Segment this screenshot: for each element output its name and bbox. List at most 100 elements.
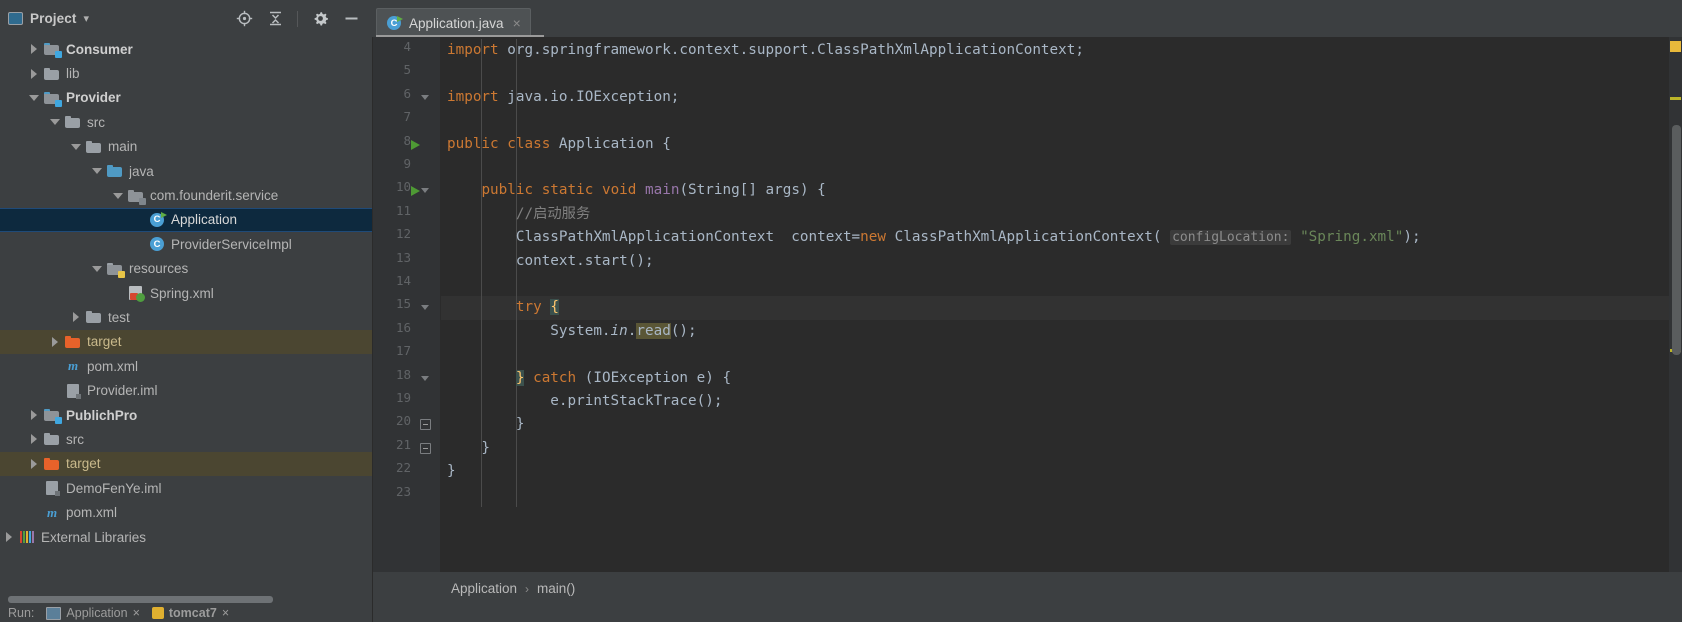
code-line-12[interactable]: ClassPathXmlApplicationContext context=n…: [447, 226, 1421, 249]
tree-item-test[interactable]: test: [0, 305, 372, 329]
run-tab-application[interactable]: Application ×: [46, 606, 140, 620]
code-fold-icon[interactable]: [420, 373, 431, 384]
code-fold-icon[interactable]: [420, 302, 431, 313]
code-fold-icon[interactable]: [420, 185, 431, 196]
tree-item-pom-xml[interactable]: m pom.xml: [0, 354, 372, 378]
code-token: }: [447, 439, 491, 456]
expand-arrow-icon[interactable]: [29, 458, 41, 470]
warning-marker[interactable]: [1670, 97, 1681, 100]
tree-item-label: target: [87, 334, 122, 350]
collapse-arrow-icon[interactable]: [29, 92, 41, 104]
code-line-21[interactable]: }: [447, 437, 490, 460]
breadcrumb-item-method[interactable]: main(): [537, 581, 575, 596]
code-fold-icon[interactable]: [420, 442, 431, 454]
code-line-6[interactable]: import java.io.IOException;: [447, 86, 679, 109]
code-line-4[interactable]: import org.springframework.context.suppo…: [447, 39, 1084, 62]
tree-item-external-libraries[interactable]: External Libraries: [0, 525, 372, 549]
editor-tab-application-java[interactable]: C Application.java ×: [376, 8, 531, 37]
scrollbar-thumb[interactable]: [8, 596, 273, 603]
tree-item-pom-xml[interactable]: m pom.xml: [0, 500, 372, 524]
code-fold-icon[interactable]: [420, 92, 431, 103]
sidebar-horizontal-scrollbar[interactable]: [0, 595, 372, 604]
tree-item-provider-iml[interactable]: Provider.iml: [0, 378, 372, 402]
project-window-icon: [8, 12, 23, 25]
expand-arrow-icon[interactable]: [71, 311, 83, 323]
code-line-22[interactable]: }: [447, 460, 456, 483]
code-token: (String[] args) {: [679, 182, 826, 199]
line-number: 22: [395, 460, 411, 476]
run-gutter-icon[interactable]: [411, 139, 420, 150]
breadcrumb-item-class[interactable]: Application: [451, 581, 517, 596]
folder-icon: [65, 114, 82, 130]
code-token: //启动服务: [447, 205, 591, 222]
expand-arrow-icon[interactable]: [29, 68, 41, 80]
code-line-8[interactable]: public class Application {: [447, 133, 671, 156]
module-folder-icon: [44, 407, 62, 425]
code-fold-icon[interactable]: [420, 419, 431, 431]
maven-pom-icon: m: [46, 504, 58, 520]
collapse-arrow-icon[interactable]: [92, 165, 104, 177]
tree-item-consumer[interactable]: Consumer: [0, 37, 372, 61]
console-icon: [46, 606, 62, 620]
project-toolwindow-title[interactable]: Project ▾: [8, 11, 89, 26]
code-line-19[interactable]: e.printStackTrace();: [447, 390, 722, 413]
expand-arrow-icon[interactable]: [29, 43, 41, 55]
tree-item-application[interactable]: C Application: [0, 207, 372, 233]
gear-icon[interactable]: [311, 10, 329, 28]
expand-arrow-icon[interactable]: [29, 433, 41, 445]
tree-item-target[interactable]: target: [0, 451, 372, 477]
tree-item-com-founderit-service[interactable]: com.founderit.service: [0, 183, 372, 207]
expand-arrow-icon[interactable]: [50, 336, 62, 348]
folder-icon: [86, 139, 103, 155]
tree-item-resources[interactable]: resources: [0, 257, 372, 281]
expand-arrow-icon[interactable]: [4, 531, 16, 543]
status-bar-filler: [373, 605, 1682, 622]
close-icon[interactable]: ×: [133, 606, 140, 620]
tree-item-publichpro[interactable]: PublichPro: [0, 403, 372, 427]
expand-arrow-icon[interactable]: [29, 409, 41, 421]
tree-item-src[interactable]: src: [0, 110, 372, 134]
collapse-arrow-icon[interactable]: [71, 141, 83, 153]
project-tree[interactable]: Consumer lib Provider src main java com.founde…: [0, 37, 372, 595]
collapse-arrow-icon[interactable]: [50, 116, 62, 128]
folder-icon: [44, 431, 61, 447]
hide-toolwindow-icon[interactable]: [342, 10, 360, 28]
code-token: read: [636, 322, 671, 339]
code-line-15[interactable]: try {: [447, 296, 559, 319]
code-line-13[interactable]: context.start();: [447, 250, 654, 273]
tree-item-demofenye-iml[interactable]: DemoFenYe.iml: [0, 476, 372, 500]
vertical-scrollbar-thumb[interactable]: [1672, 125, 1681, 355]
editor-gutter[interactable]: 4 5 6 7 8 9 10 11 12 13 14 15 16 17 18 19 20 21 22 23: [373, 37, 441, 572]
collapse-arrow-icon[interactable]: [92, 263, 104, 275]
tree-item-label: pom.xml: [87, 358, 139, 374]
code-line-18[interactable]: } catch (IOException e) {: [447, 367, 731, 390]
code-text-area[interactable]: import org.springframework.context.suppo…: [441, 37, 1682, 572]
chevron-down-icon[interactable]: ▾: [83, 12, 89, 25]
error-marker-bar[interactable]: [1669, 37, 1682, 572]
close-icon[interactable]: ×: [222, 606, 229, 620]
collapse-arrow-icon[interactable]: [113, 190, 125, 202]
code-line-11[interactable]: //启动服务: [447, 203, 590, 226]
locate-icon[interactable]: [235, 10, 253, 28]
tree-item-label: test: [108, 309, 130, 325]
line-number: 9: [403, 156, 411, 171]
tree-item-label: java: [129, 163, 154, 179]
close-icon[interactable]: ×: [511, 16, 521, 30]
tree-item-main[interactable]: main: [0, 135, 372, 159]
collapse-all-icon[interactable]: [266, 10, 284, 28]
tree-item-java[interactable]: java: [0, 159, 372, 183]
inspection-status-icon[interactable]: [1670, 41, 1681, 52]
code-line-10[interactable]: public static void main(String[] args) {: [447, 179, 826, 202]
tree-item-src[interactable]: src: [0, 427, 372, 451]
tree-item-target[interactable]: target: [0, 329, 372, 355]
tree-item-lib[interactable]: lib: [0, 61, 372, 85]
tree-item-spring-xml[interactable]: Spring.xml: [0, 281, 372, 305]
code-line-16[interactable]: System.in.read();: [447, 320, 697, 343]
collapse-all-icon-svg: [269, 11, 281, 26]
run-gutter-icon[interactable]: [411, 186, 420, 197]
tree-item-providerserviceimpl[interactable]: C ProviderServiceImpl: [0, 232, 372, 256]
code-editor[interactable]: 4 5 6 7 8 9 10 11 12 13 14 15 16 17 18 19 20 21 22 23 impor…: [373, 37, 1682, 572]
tree-item-provider[interactable]: Provider: [0, 86, 372, 110]
code-line-20[interactable]: }: [447, 413, 525, 436]
run-tab-tomcat7[interactable]: tomcat7 ×: [151, 606, 229, 620]
